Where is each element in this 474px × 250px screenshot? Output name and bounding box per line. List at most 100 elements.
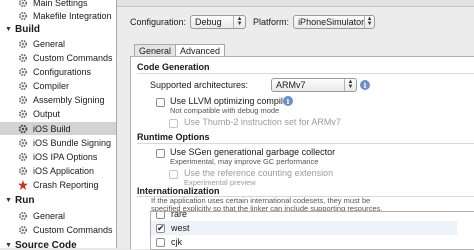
sidebar-item-main-settings[interactable]: Main Settings: [0, 0, 116, 9]
gear-icon: [18, 109, 28, 119]
popup-arrows-icon: ▲ ▼: [344, 79, 356, 91]
thumb2-checkbox[interactable]: [169, 119, 178, 128]
sidebar-item-label: Output: [33, 108, 61, 119]
sidebar-item-label: Configurations: [33, 66, 92, 77]
sgen-checkbox[interactable]: [156, 149, 165, 158]
sidebar-item-ios-bundle-signing[interactable]: iOS Bundle Signing: [0, 136, 116, 149]
tab-advanced-label: Advanced: [180, 46, 221, 56]
sidebar-item-ios-build[interactable]: iOS Build: [0, 122, 116, 135]
gear-icon: [18, 225, 28, 235]
gear-icon: [18, 11, 28, 21]
disclosure-triangle-icon[interactable]: ▼: [4, 197, 13, 204]
sidebar-item-label: iOS Build: [33, 123, 71, 134]
configuration-label: Configuration:: [130, 17, 187, 27]
sidebar-item-custom-commands[interactable]: Custom Commands: [0, 223, 116, 236]
sidebar-item-label: General: [33, 210, 66, 221]
popup-arrows-icon: ▲ ▼: [364, 16, 374, 28]
settings-pane: Configuration: Debug ▲ ▼ Platform: iPhone…: [117, 0, 474, 250]
sgen-subtext: Experimental, may improve GC performance: [170, 157, 319, 166]
platform-label: Platform:: [253, 17, 290, 27]
llvm-subtext: Not compatible with debug mode: [170, 106, 280, 115]
thumb2-label: Use Thumb-2 instruction set for ARMv7: [184, 117, 341, 127]
crash-icon: [18, 179, 28, 190]
checkmark-icon: ✔: [157, 222, 165, 233]
gear-icon: [18, 39, 28, 49]
sidebar-item-label: Assembly Signing: [33, 94, 105, 105]
pane-top-edge: [117, 0, 474, 7]
codeset-label: west: [171, 223, 190, 233]
sidebar-section-run[interactable]: ▼ Run: [0, 194, 116, 207]
configuration-popup[interactable]: Debug ▲ ▼: [190, 15, 247, 29]
sidebar-item-custom-commands[interactable]: Custom Commands: [0, 51, 116, 64]
sidebar-item-general[interactable]: General: [0, 209, 116, 222]
codesets-list[interactable]: rare ✔ west cjk: [150, 211, 474, 250]
platform-popup[interactable]: iPhoneSimulator ▲ ▼: [293, 15, 376, 29]
info-icon[interactable]: i: [360, 80, 370, 90]
configuration-bar: Configuration: Debug ▲ ▼ Platform: iPhone…: [130, 15, 376, 29]
sidebar-item-ios-application[interactable]: iOS Application: [0, 164, 116, 177]
gear-icon: [18, 53, 28, 63]
gear-icon: [18, 67, 28, 77]
sidebar-item-label: Custom Commands: [33, 52, 113, 63]
gear-icon: [18, 152, 28, 162]
list-item[interactable]: ✔ west: [151, 221, 457, 235]
refcount-label: Use the reference counting extension: [184, 168, 334, 178]
llvm-checkbox[interactable]: [156, 98, 165, 107]
disclosure-triangle-icon[interactable]: ▼: [4, 242, 13, 248]
sidebar-item-ios-ipa-options[interactable]: iOS IPA Options: [0, 150, 116, 163]
sidebar-item-label: Crash Reporting: [33, 179, 99, 190]
info-icon[interactable]: i: [283, 96, 293, 106]
gear-icon: [18, 81, 28, 91]
sidebar-item-label: iOS Bundle Signing: [33, 137, 112, 148]
disclosure-triangle-icon[interactable]: ▼: [4, 26, 13, 33]
tab-general-label: General: [139, 45, 172, 56]
sidebar-item-compiler[interactable]: Compiler: [0, 79, 116, 92]
platform-value: iPhoneSimulator: [298, 17, 365, 27]
architectures-label: Supported architectures:: [150, 80, 249, 90]
codeset-west-checkbox[interactable]: ✔: [156, 222, 165, 233]
list-item[interactable]: rare: [151, 211, 457, 221]
sidebar-item-label: Main Settings: [33, 0, 88, 8]
sidebar-item-label: General: [33, 38, 66, 49]
tab-general[interactable]: General: [134, 44, 177, 56]
sidebar-item-general[interactable]: General: [0, 37, 116, 50]
llvm-label: Use LLVM optimizing compiler: [170, 96, 291, 106]
gear-icon: [18, 211, 28, 221]
gear-icon: [18, 166, 28, 176]
sidebar-item-label: iOS IPA Options: [33, 151, 98, 162]
sidebar-item-label: Makefile Integration: [33, 10, 112, 21]
sidebar-section-build[interactable]: ▼ Build: [0, 23, 116, 36]
architectures-value: ARMv7: [276, 80, 306, 90]
sidebar-item-label: Custom Commands: [33, 224, 113, 235]
sgen-label: Use SGen generational garbage collector: [170, 147, 336, 157]
gear-icon: [18, 95, 28, 105]
sidebar-item-assembly-signing[interactable]: Assembly Signing: [0, 93, 116, 106]
sidebar-section-label: Run: [15, 195, 35, 206]
sidebar-item-configurations[interactable]: Configurations: [0, 65, 116, 78]
divider: [137, 143, 474, 144]
sidebar-section-source-code[interactable]: ▼ Source Code: [0, 239, 116, 248]
sidebar-section-label: Build: [15, 24, 40, 35]
sidebar-item-makefile-integration[interactable]: Makefile Integration: [0, 9, 116, 22]
code-generation-heading: Code Generation: [137, 62, 210, 72]
codeset-label: cjk: [171, 237, 182, 247]
codeset-label: rare: [171, 211, 188, 219]
sidebar-item-label: iOS Application: [33, 165, 95, 176]
codeset-cjk-checkbox[interactable]: [156, 237, 165, 247]
codeset-rare-checkbox[interactable]: [156, 212, 165, 219]
sidebar-item-output[interactable]: Output: [0, 107, 116, 120]
sidebar-item-label: Compiler: [33, 80, 70, 91]
internationalization-heading: Internationalization: [137, 186, 220, 196]
sidebar-section-label: Source Code: [15, 240, 77, 248]
ios-build-icon: [18, 124, 28, 134]
architectures-popup[interactable]: ARMv7 ▲ ▼: [271, 78, 357, 92]
sidebar-item-crash-reporting[interactable]: Crash Reporting: [0, 178, 116, 191]
gear-icon: [18, 0, 28, 8]
settings-sidebar: Main Settings Makefile Integration ▼ Build G…: [0, 0, 117, 248]
divider: [137, 73, 474, 74]
configuration-value: Debug: [195, 17, 222, 27]
list-item[interactable]: cjk: [151, 235, 457, 249]
popup-arrows-icon: ▲ ▼: [233, 16, 245, 28]
gear-icon: [18, 138, 28, 148]
refcount-checkbox[interactable]: [169, 170, 178, 179]
